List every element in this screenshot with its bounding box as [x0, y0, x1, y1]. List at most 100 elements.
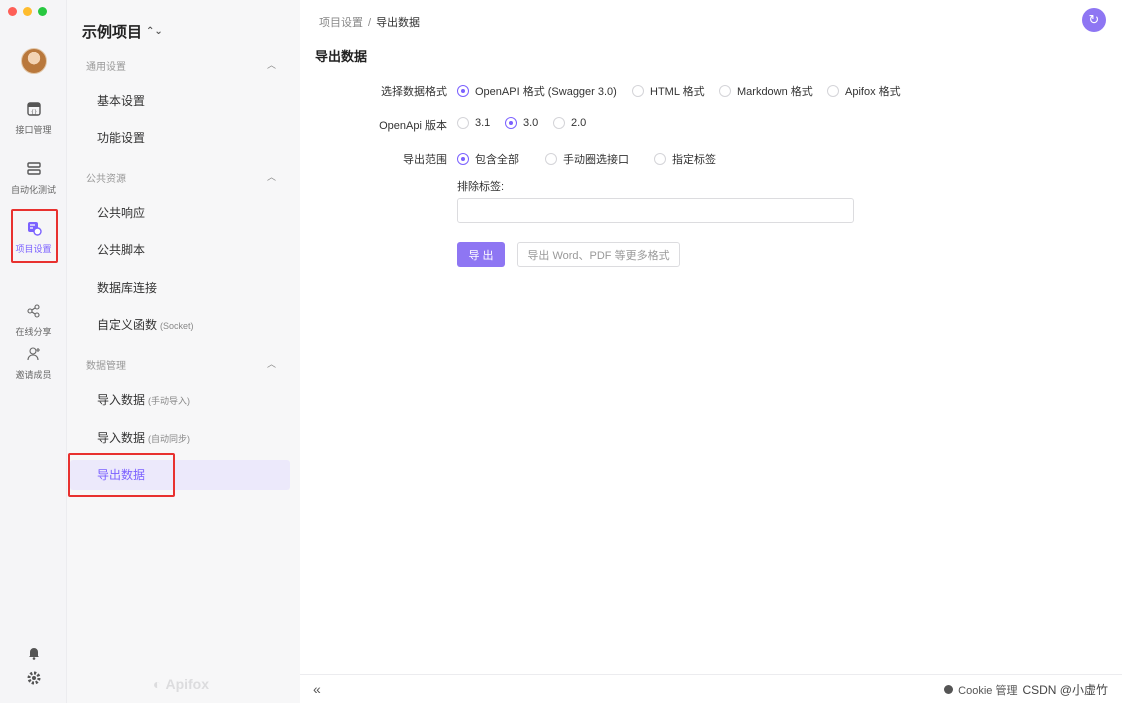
- radio-dot[interactable]: [553, 117, 565, 129]
- radio-label: 手动圈选接口: [563, 154, 629, 166]
- refresh-icon: ↻: [1088, 12, 1100, 27]
- version-label: OpenApi 版本: [379, 120, 447, 132]
- radio-format-html[interactable]: HTML 格式: [632, 83, 705, 99]
- project-title: 示例项目: [82, 24, 143, 41]
- menu-item-export-data[interactable]: 导出数据: [70, 460, 290, 490]
- radio-version-3-0[interactable]: 3.0: [505, 117, 538, 129]
- radio-label: 指定标签: [672, 154, 716, 166]
- avatar[interactable]: [21, 48, 47, 74]
- menu-item-common-response[interactable]: 公共响应: [70, 198, 290, 228]
- bell-icon: [28, 648, 39, 660]
- radio-label: Apifox 格式: [845, 86, 901, 98]
- radio-dot[interactable]: [457, 153, 469, 165]
- minimize-window-button[interactable]: [23, 7, 32, 16]
- exclude-tags-input[interactable]: [457, 198, 854, 223]
- breadcrumb-parent[interactable]: 项目设置: [319, 17, 363, 29]
- menu-sublabel: (自动同步): [148, 434, 191, 444]
- rail-label: 自动化测试: [10, 185, 56, 195]
- rail-item-project-settings[interactable]: 项目设置: [0, 220, 67, 255]
- radio-label: OpenAPI 格式 (Swagger 3.0): [475, 86, 617, 98]
- close-window-button[interactable]: [8, 7, 17, 16]
- menu-label: 公共响应: [97, 206, 146, 220]
- project-settings-icon: [27, 222, 42, 236]
- radio-scope-manual[interactable]: 手动圈选接口: [545, 151, 629, 167]
- radio-label: HTML 格式: [650, 86, 705, 98]
- window-controls: [8, 7, 47, 16]
- page-title: 导出数据: [315, 49, 368, 64]
- rail-item-notifications[interactable]: [0, 645, 67, 667]
- breadcrumb-current: 导出数据: [376, 17, 421, 29]
- menu-item-common-script[interactable]: 公共脚本: [70, 235, 290, 265]
- radio-dot[interactable]: [827, 85, 839, 97]
- radio-scope-tag[interactable]: 指定标签: [654, 151, 716, 167]
- breadcrumb: 项目设置 / 导出数据: [319, 14, 420, 30]
- chevron-up-icon[interactable]: ︿: [267, 357, 276, 370]
- menu-label: 导入数据: [97, 431, 146, 445]
- menu-item-import-manual[interactable]: 导入数据 (手动导入): [70, 385, 290, 415]
- rail-item-api[interactable]: {} 接口管理: [0, 101, 67, 136]
- section-title: 数据管理: [86, 361, 126, 372]
- menu-sublabel: (Socket): [160, 321, 194, 331]
- project-switcher[interactable]: 示例项目 ⌃⌄: [82, 21, 163, 42]
- menu-label: 自定义函数: [97, 318, 158, 332]
- menu-label: 导入数据: [97, 393, 146, 407]
- test-icon: [26, 162, 41, 175]
- refresh-button[interactable]: ↻: [1082, 8, 1106, 32]
- svg-text:{}: {}: [30, 110, 36, 116]
- maximize-window-button[interactable]: [38, 7, 47, 16]
- menu-label: 基本设置: [97, 94, 146, 108]
- cookie-manager-link[interactable]: Cookie 管理: [958, 682, 1017, 698]
- menu-item-custom-function[interactable]: 自定义函数 (Socket): [70, 310, 290, 340]
- export-button[interactable]: 导 出: [457, 242, 505, 267]
- menu-label: 导出数据: [97, 468, 146, 482]
- scope-label: 导出范围: [403, 154, 447, 166]
- rail-label: 接口管理: [15, 125, 52, 135]
- menu-item-feature-settings[interactable]: 功能设置: [70, 123, 290, 153]
- radio-label: 3.1: [475, 117, 491, 129]
- cookie-icon: [944, 685, 954, 694]
- csdn-watermark: CSDN @小虚竹: [1022, 683, 1108, 697]
- radio-scope-all[interactable]: 包含全部: [457, 151, 519, 167]
- breadcrumb-separator: /: [368, 17, 372, 29]
- menu-label: 数据库连接: [97, 281, 158, 295]
- chevron-up-icon[interactable]: ︿: [267, 170, 276, 183]
- rail-item-invite[interactable]: 邀请成员: [0, 346, 67, 381]
- radio-label: 2.0: [571, 117, 587, 129]
- chevron-up-icon[interactable]: ︿: [267, 58, 276, 71]
- settings-sidebar: 示例项目 ⌃⌄ 通用设置 ︿ 基本设置 功能设置 公共资源 ︿ 公共响应 公共脚…: [67, 0, 300, 703]
- radio-format-openapi[interactable]: OpenAPI 格式 (Swagger 3.0): [457, 83, 617, 99]
- radio-format-markdown[interactable]: Markdown 格式: [719, 83, 813, 99]
- radio-format-apifox[interactable]: Apifox 格式: [827, 83, 901, 99]
- rail-label: 邀请成员: [15, 370, 52, 380]
- menu-item-database[interactable]: 数据库连接: [70, 273, 290, 303]
- radio-label: 包含全部: [475, 154, 519, 166]
- rail-item-share[interactable]: 在线分享: [0, 303, 67, 338]
- format-label: 选择数据格式: [381, 86, 447, 98]
- footer-status: Cookie 管理 CSDN @小虚竹: [944, 681, 1108, 698]
- watermark-text: Apifox: [165, 676, 210, 692]
- radio-dot[interactable]: [457, 117, 469, 129]
- app-rail: {} 接口管理 自动化测试 项目设置 在线分享 邀请成员: [0, 0, 67, 703]
- menu-item-import-auto[interactable]: 导入数据 (自动同步): [70, 423, 290, 453]
- rail-item-autotest[interactable]: 自动化测试: [0, 161, 67, 196]
- section-title: 公共资源: [86, 174, 126, 185]
- radio-dot[interactable]: [505, 117, 517, 129]
- section-title: 通用设置: [86, 62, 126, 73]
- radio-version-2-0[interactable]: 2.0: [553, 117, 586, 129]
- menu-item-basic-settings[interactable]: 基本设置: [70, 86, 290, 116]
- radio-dot[interactable]: [632, 85, 644, 97]
- apifox-logo-icon: ◐: [153, 676, 162, 692]
- rail-item-settings[interactable]: [0, 670, 67, 692]
- radio-dot[interactable]: [654, 153, 666, 165]
- radio-label: Markdown 格式: [737, 86, 813, 98]
- more-formats-button[interactable]: 导出 Word、PDF 等更多格式: [517, 242, 680, 267]
- main-panel: 项目设置 / 导出数据 ↻ 导出数据 选择数据格式 OpenAPI 格式 (Swag…: [300, 0, 1122, 703]
- radio-dot[interactable]: [545, 153, 557, 165]
- gear-icon: [27, 671, 40, 685]
- bottom-bar: « Cookie 管理 CSDN @小虚竹: [300, 674, 1122, 703]
- apifox-logo: ◐ Apifox: [153, 676, 209, 692]
- radio-dot[interactable]: [457, 85, 469, 97]
- collapse-sidebar-button[interactable]: «: [313, 681, 321, 697]
- radio-dot[interactable]: [719, 85, 731, 97]
- radio-version-3-1[interactable]: 3.1: [457, 117, 490, 129]
